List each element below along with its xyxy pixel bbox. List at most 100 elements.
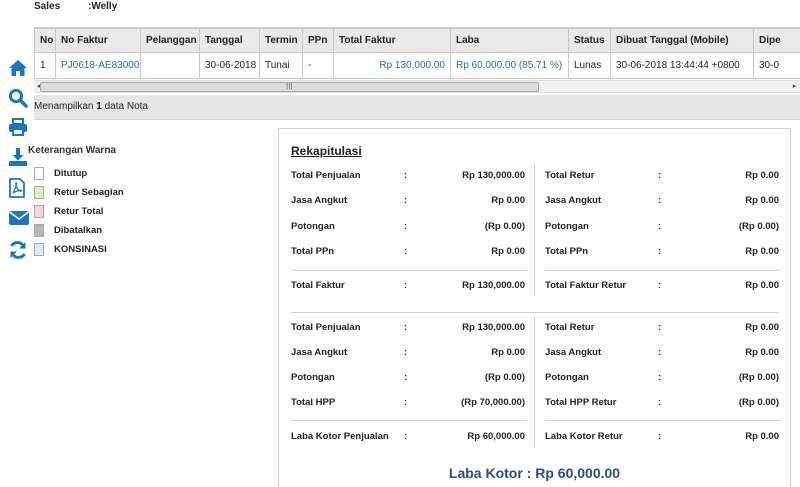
col-no-faktur[interactable]: No Faktur (56, 29, 141, 53)
sales-value: :Welly (88, 1, 117, 12)
summary-row: Jasa Angkut: Rp 0.00 (291, 347, 527, 361)
pdf-icon[interactable] (8, 178, 28, 200)
summary-value: Rp 0.00 (745, 347, 779, 358)
summary-row: Potongan:(Rp 0.00) (545, 372, 781, 386)
legend-label: Ditutup (54, 168, 87, 179)
col-total-faktur[interactable]: Total Faktur (334, 29, 451, 53)
summary-label: Jasa Angkut (291, 347, 347, 358)
summary-colon: : (404, 431, 407, 442)
summary-colon: : (658, 322, 661, 333)
summary-colon: : (404, 221, 407, 232)
legend-item: Ditutup (34, 167, 87, 180)
summary-label: Total HPP Retur (545, 397, 616, 408)
mail-icon[interactable] (8, 209, 28, 231)
summary-colon: : (404, 397, 407, 408)
scroll-thumb[interactable]: III (40, 82, 539, 92)
summary-label: Total HPP (291, 397, 335, 408)
sales-label: Sales (34, 1, 60, 12)
col-ppn[interactable]: PPn (303, 29, 334, 53)
print-icon[interactable] (8, 118, 28, 140)
home-icon[interactable] (8, 59, 28, 81)
summary-value: Rp 0.00 (745, 170, 779, 181)
summary-value: Rp 0.00 (491, 246, 525, 257)
legend-label: Retur Sebagian (54, 187, 124, 198)
col-laba[interactable]: Laba (451, 29, 569, 53)
divider (545, 270, 781, 271)
cell-status: Lunas (569, 53, 611, 79)
col-no[interactable]: No (35, 29, 56, 53)
summary-row: Potongan:(Rp 0.00) (545, 221, 781, 235)
summary-colon: : (658, 431, 661, 442)
summary-value: Rp 60,000.00 (467, 431, 525, 442)
cell-dibuat: 30-06-2018 13:44:44 +0800 (611, 53, 754, 79)
cell-pelanggan (141, 53, 200, 79)
download-icon[interactable] (8, 147, 28, 169)
summary-label: Potongan (545, 372, 589, 383)
cell-laba: Rp 60,000.00 (85.71 %) (451, 53, 569, 79)
summary-value: Rp 130,000.00 (462, 322, 525, 333)
col-dipe[interactable]: Dipe (754, 29, 800, 53)
summary-colon: : (404, 322, 407, 333)
summary-value: Rp 0.00 (745, 322, 779, 333)
summary-colon: : (404, 372, 407, 383)
legend-item: KONSINASI (34, 243, 107, 256)
rekapitulasi-panel: Rekapitulasi Total Penjualan:Rp 130,000.… (278, 128, 791, 487)
summary-label: Jasa Angkut (291, 195, 347, 206)
summary-label: Total Faktur (291, 280, 345, 291)
summary-value: Rp 0.00 (745, 246, 779, 257)
legend-label: KONSINASI (54, 244, 107, 255)
legend-title: Keterangan Warna (28, 145, 116, 156)
divider (291, 420, 527, 421)
table-row[interactable]: 1 PJ0618-AE830001 30-06-2018 Tunai - Rp … (35, 53, 800, 79)
legend-swatch (34, 186, 44, 199)
scroll-right-icon[interactable]: ▸ (789, 81, 800, 92)
legend-item: Dibatalkan (34, 224, 102, 237)
col-termin[interactable]: Termin (260, 29, 303, 53)
section-divider (291, 312, 778, 313)
legend-swatch (34, 224, 44, 237)
col-tanggal[interactable]: Tanggal (200, 29, 260, 53)
summary-colon: : (658, 246, 661, 257)
summary-row: Jasa Angkut:Rp 0.00 (545, 347, 781, 361)
summary-value: (Rp 0.00) (739, 397, 779, 408)
summary-value: Rp 130,000.00 (462, 170, 525, 181)
summary-total-row: Laba Kotor Penjualan: Rp 60,000.00 (291, 431, 527, 445)
summary-label: Jasa Angkut (545, 347, 601, 358)
scroll-grip-icon: III (286, 83, 293, 91)
col-pelanggan[interactable]: Pelanggan (141, 29, 200, 53)
summary-row: Total Retur:Rp 0.00 (545, 322, 781, 336)
refresh-icon[interactable] (8, 240, 28, 262)
summary-value: (Rp 70,000.00) (461, 397, 525, 408)
column-divider (534, 165, 535, 296)
summary-colon: : (404, 170, 407, 181)
summary-value: Rp 0.00 (745, 195, 779, 206)
col-dibuat-tanggal[interactable]: Dibuat Tanggal (Mobile) (611, 29, 754, 53)
summary-row: Jasa Angkut:Rp 0.00 (291, 195, 527, 209)
laba-kotor-total: Laba Kotor : Rp 60,000.00 (279, 465, 790, 481)
summary-value: (Rp 0.00) (485, 372, 525, 383)
summary-colon: : (404, 246, 407, 257)
summary-value: Rp 0.00 (745, 280, 779, 291)
cell-tanggal: 30-06-2018 (200, 53, 260, 79)
summary-label: Potongan (291, 372, 335, 383)
record-count-bar: Menampilkan 1 data Nota (34, 95, 800, 120)
summary-colon: : (404, 347, 407, 358)
summary-colon: : (658, 195, 661, 206)
summary-value: Rp 0.00 (491, 347, 525, 358)
summary-label: Potongan (291, 221, 335, 232)
summary-label: Jasa Angkut (545, 195, 601, 206)
search-icon[interactable] (8, 88, 28, 110)
summary-row: Potongan:(Rp 0.00) (291, 221, 527, 235)
summary-row: Jasa Angkut: Rp 0.00 (545, 195, 781, 209)
table-hscrollbar[interactable]: ◂ III ▸ (34, 80, 800, 93)
summary-total-row: Total Faktur:Rp 130,000.00 (291, 280, 527, 294)
summary-row: Total HPP: (Rp 70,000.00) (291, 397, 527, 411)
legend-swatch (34, 167, 44, 180)
count-suffix: data Nota (102, 101, 148, 112)
faktur-link[interactable]: PJ0618-AE830001 (56, 53, 141, 79)
summary-label: Laba Kotor Penjualan (291, 431, 389, 442)
col-status[interactable]: Status (569, 29, 611, 53)
summary-label: Potongan (545, 221, 589, 232)
legend-label: Dibatalkan (54, 225, 102, 236)
summary-row: Total Penjualan:Rp 130,000.00 (291, 322, 527, 336)
